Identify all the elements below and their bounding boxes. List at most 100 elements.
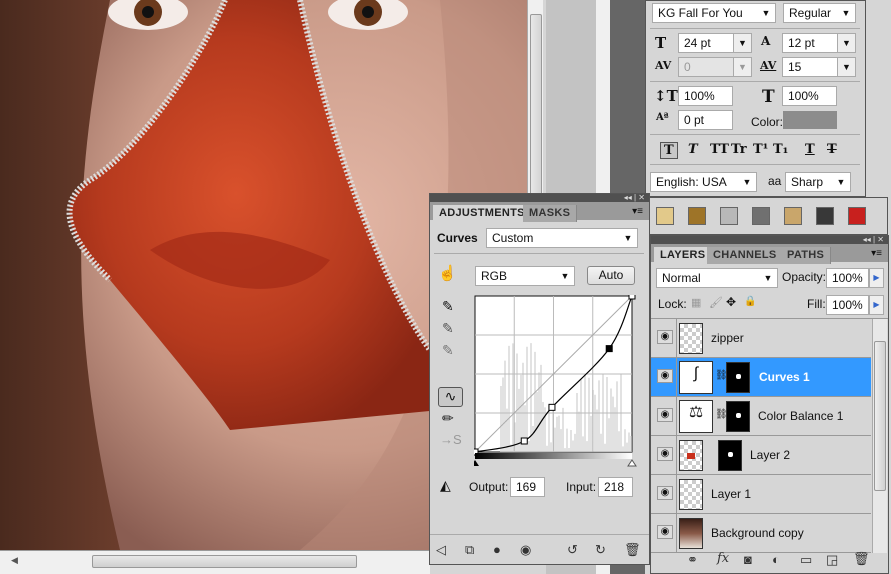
visibility-eye-icon[interactable]: ◉ [520, 542, 531, 558]
visibility-column[interactable]: ◉ [651, 514, 677, 553]
style-swatch[interactable] [656, 207, 674, 225]
antialias-select[interactable]: Sharp ▼ [785, 172, 851, 192]
baseline-shift-field[interactable]: 0 pt [678, 110, 733, 130]
delete-layer-trash-icon[interactable]: 🗑 [853, 551, 870, 567]
back-arrow-icon[interactable]: ◁ [436, 542, 446, 558]
blend-mode-select[interactable]: Normal ▼ [656, 268, 778, 288]
panel-titlebar[interactable]: ◂◂ | ✕ [430, 194, 649, 202]
lock-transparency-icon[interactable]: ▦ [691, 296, 701, 309]
white-point-eyedropper-icon[interactable]: ✎ [442, 342, 454, 359]
text-style-button[interactable]: T [827, 142, 837, 157]
text-style-button[interactable]: T [660, 142, 678, 159]
eye-icon[interactable]: ◉ [657, 486, 673, 500]
font-size-field[interactable]: 24 pt ▼ [678, 33, 752, 53]
opacity-field[interactable]: 100% [826, 268, 869, 288]
auto-button[interactable]: Auto [587, 266, 635, 285]
expand-view-icon[interactable]: ⧉ [465, 542, 474, 558]
layer-row[interactable]: ◉ zipper [651, 319, 871, 358]
font-style-select[interactable]: Regular ▼ [783, 3, 856, 23]
visibility-column[interactable]: ◉ [651, 358, 677, 397]
text-style-button[interactable]: Tr [731, 142, 747, 157]
fill-field[interactable]: 100% [826, 295, 869, 315]
new-adjustment-layer-icon[interactable]: ◐ [772, 552, 780, 567]
layer-style-fx-icon[interactable]: fx [717, 551, 729, 566]
output-field[interactable]: 169 [510, 477, 545, 497]
leading-field[interactable]: 12 pt ▼ [782, 33, 856, 53]
panel-menu-icon[interactable]: ▾≡ [871, 248, 882, 259]
visibility-column[interactable]: ◉ [651, 319, 677, 358]
text-style-button[interactable]: T₁ [773, 142, 788, 157]
view-previous-state-icon[interactable]: ↺ [567, 542, 578, 558]
on-image-adjust-hand-icon[interactable]: ☝ [438, 264, 457, 282]
tracking-field[interactable]: 15 ▼ [782, 57, 856, 77]
smooth-curve-icon[interactable]: →S [440, 432, 462, 447]
tab-paths[interactable]: PATHS [781, 247, 832, 264]
trash-icon[interactable]: 🗑 [624, 542, 641, 558]
clip-to-layer-icon[interactable]: ● [493, 542, 501, 557]
layers-scroll-thumb[interactable] [874, 341, 886, 491]
style-swatch[interactable] [784, 207, 802, 225]
visibility-column[interactable]: ◉ [651, 475, 677, 514]
layer-mask-thumbnail[interactable] [718, 440, 742, 471]
curve-control-point[interactable] [520, 437, 528, 445]
horizontal-scale-field[interactable]: 100% [782, 86, 837, 106]
horizontal-scrollbar[interactable]: ◀ [0, 550, 430, 574]
style-swatch[interactable] [688, 207, 706, 225]
new-group-folder-icon[interactable]: ▭ [800, 552, 812, 568]
fill-slider-arrow-icon[interactable]: ▶ [869, 295, 884, 315]
text-style-button[interactable]: T [688, 142, 698, 157]
panel-titlebar[interactable]: ◂◂ | ✕ [651, 236, 888, 244]
tab-masks[interactable]: MASKS [523, 205, 578, 222]
input-field[interactable]: 218 [598, 477, 633, 497]
lock-pixels-brush-icon[interactable]: 🖌 [709, 296, 723, 309]
visibility-column[interactable]: ◉ [651, 397, 677, 436]
clipping-warning-icon[interactable]: ◭ [440, 477, 451, 494]
chevron-down-icon[interactable]: ▼ [733, 58, 751, 76]
layer-mask-thumbnail[interactable] [726, 362, 750, 393]
kerning-field[interactable]: 0 ▼ [678, 57, 752, 77]
curve-control-point[interactable] [628, 295, 636, 300]
text-style-button[interactable]: T [805, 142, 815, 157]
lock-all-icon[interactable]: 🔒 [744, 296, 756, 307]
layer-row[interactable]: ◉ ∫ ⛓ Curves 1 [651, 358, 871, 397]
style-swatch[interactable] [816, 207, 834, 225]
vertical-scale-field[interactable]: 100% [678, 86, 733, 106]
curves-graph[interactable] [474, 295, 640, 475]
eye-icon[interactable]: ◉ [657, 408, 673, 422]
pencil-draw-icon[interactable]: ✏ [442, 410, 454, 427]
style-swatch[interactable] [720, 207, 738, 225]
layer-row[interactable]: ◉ Background copy [651, 514, 871, 553]
chevron-down-icon[interactable]: ▼ [837, 58, 855, 76]
layer-row[interactable]: ◉ ⚖ ⛓ Color Balance 1 [651, 397, 871, 436]
curve-point-tool-icon[interactable]: ∿ [438, 387, 463, 407]
visibility-column[interactable]: ◉ [651, 436, 677, 475]
tab-adjustments[interactable]: ADJUSTMENTS [433, 205, 532, 222]
language-select[interactable]: English: USA ▼ [650, 172, 757, 192]
gray-point-eyedropper-icon[interactable]: ✎ [442, 320, 454, 337]
eye-icon[interactable]: ◉ [657, 330, 673, 344]
lock-position-move-icon[interactable]: ✥ [726, 295, 736, 309]
link-layers-icon[interactable]: ⚭ [687, 552, 698, 568]
add-mask-icon[interactable]: ◙ [744, 552, 752, 567]
scroll-left-arrow-icon[interactable]: ◀ [11, 555, 18, 566]
layer-row[interactable]: ◉ Layer 2 [651, 436, 871, 475]
black-point-eyedropper-icon[interactable]: ✎ [442, 298, 454, 315]
panel-menu-icon[interactable]: ▾≡ [632, 206, 643, 217]
eye-icon[interactable]: ◉ [657, 369, 673, 383]
curve-control-point[interactable] [605, 345, 613, 353]
tab-channels[interactable]: CHANNELS [707, 247, 784, 264]
chevron-down-icon[interactable]: ▼ [837, 34, 855, 52]
text-style-button[interactable]: T¹ [753, 142, 768, 157]
curve-control-point[interactable] [548, 403, 556, 411]
tab-layers[interactable]: LAYERS [654, 247, 713, 264]
layer-mask-thumbnail[interactable] [726, 401, 750, 432]
channel-select[interactable]: RGB ▼ [475, 266, 575, 286]
text-style-button[interactable]: TT [710, 142, 729, 157]
reset-icon[interactable]: ↻ [595, 542, 606, 558]
horizontal-scroll-thumb[interactable] [92, 555, 357, 568]
style-swatch[interactable] [848, 207, 866, 225]
eye-icon[interactable]: ◉ [657, 525, 673, 539]
layers-scrollbar[interactable] [872, 319, 887, 553]
chevron-down-icon[interactable]: ▼ [733, 34, 751, 52]
font-family-select[interactable]: KG Fall For You ▼ [652, 3, 776, 23]
